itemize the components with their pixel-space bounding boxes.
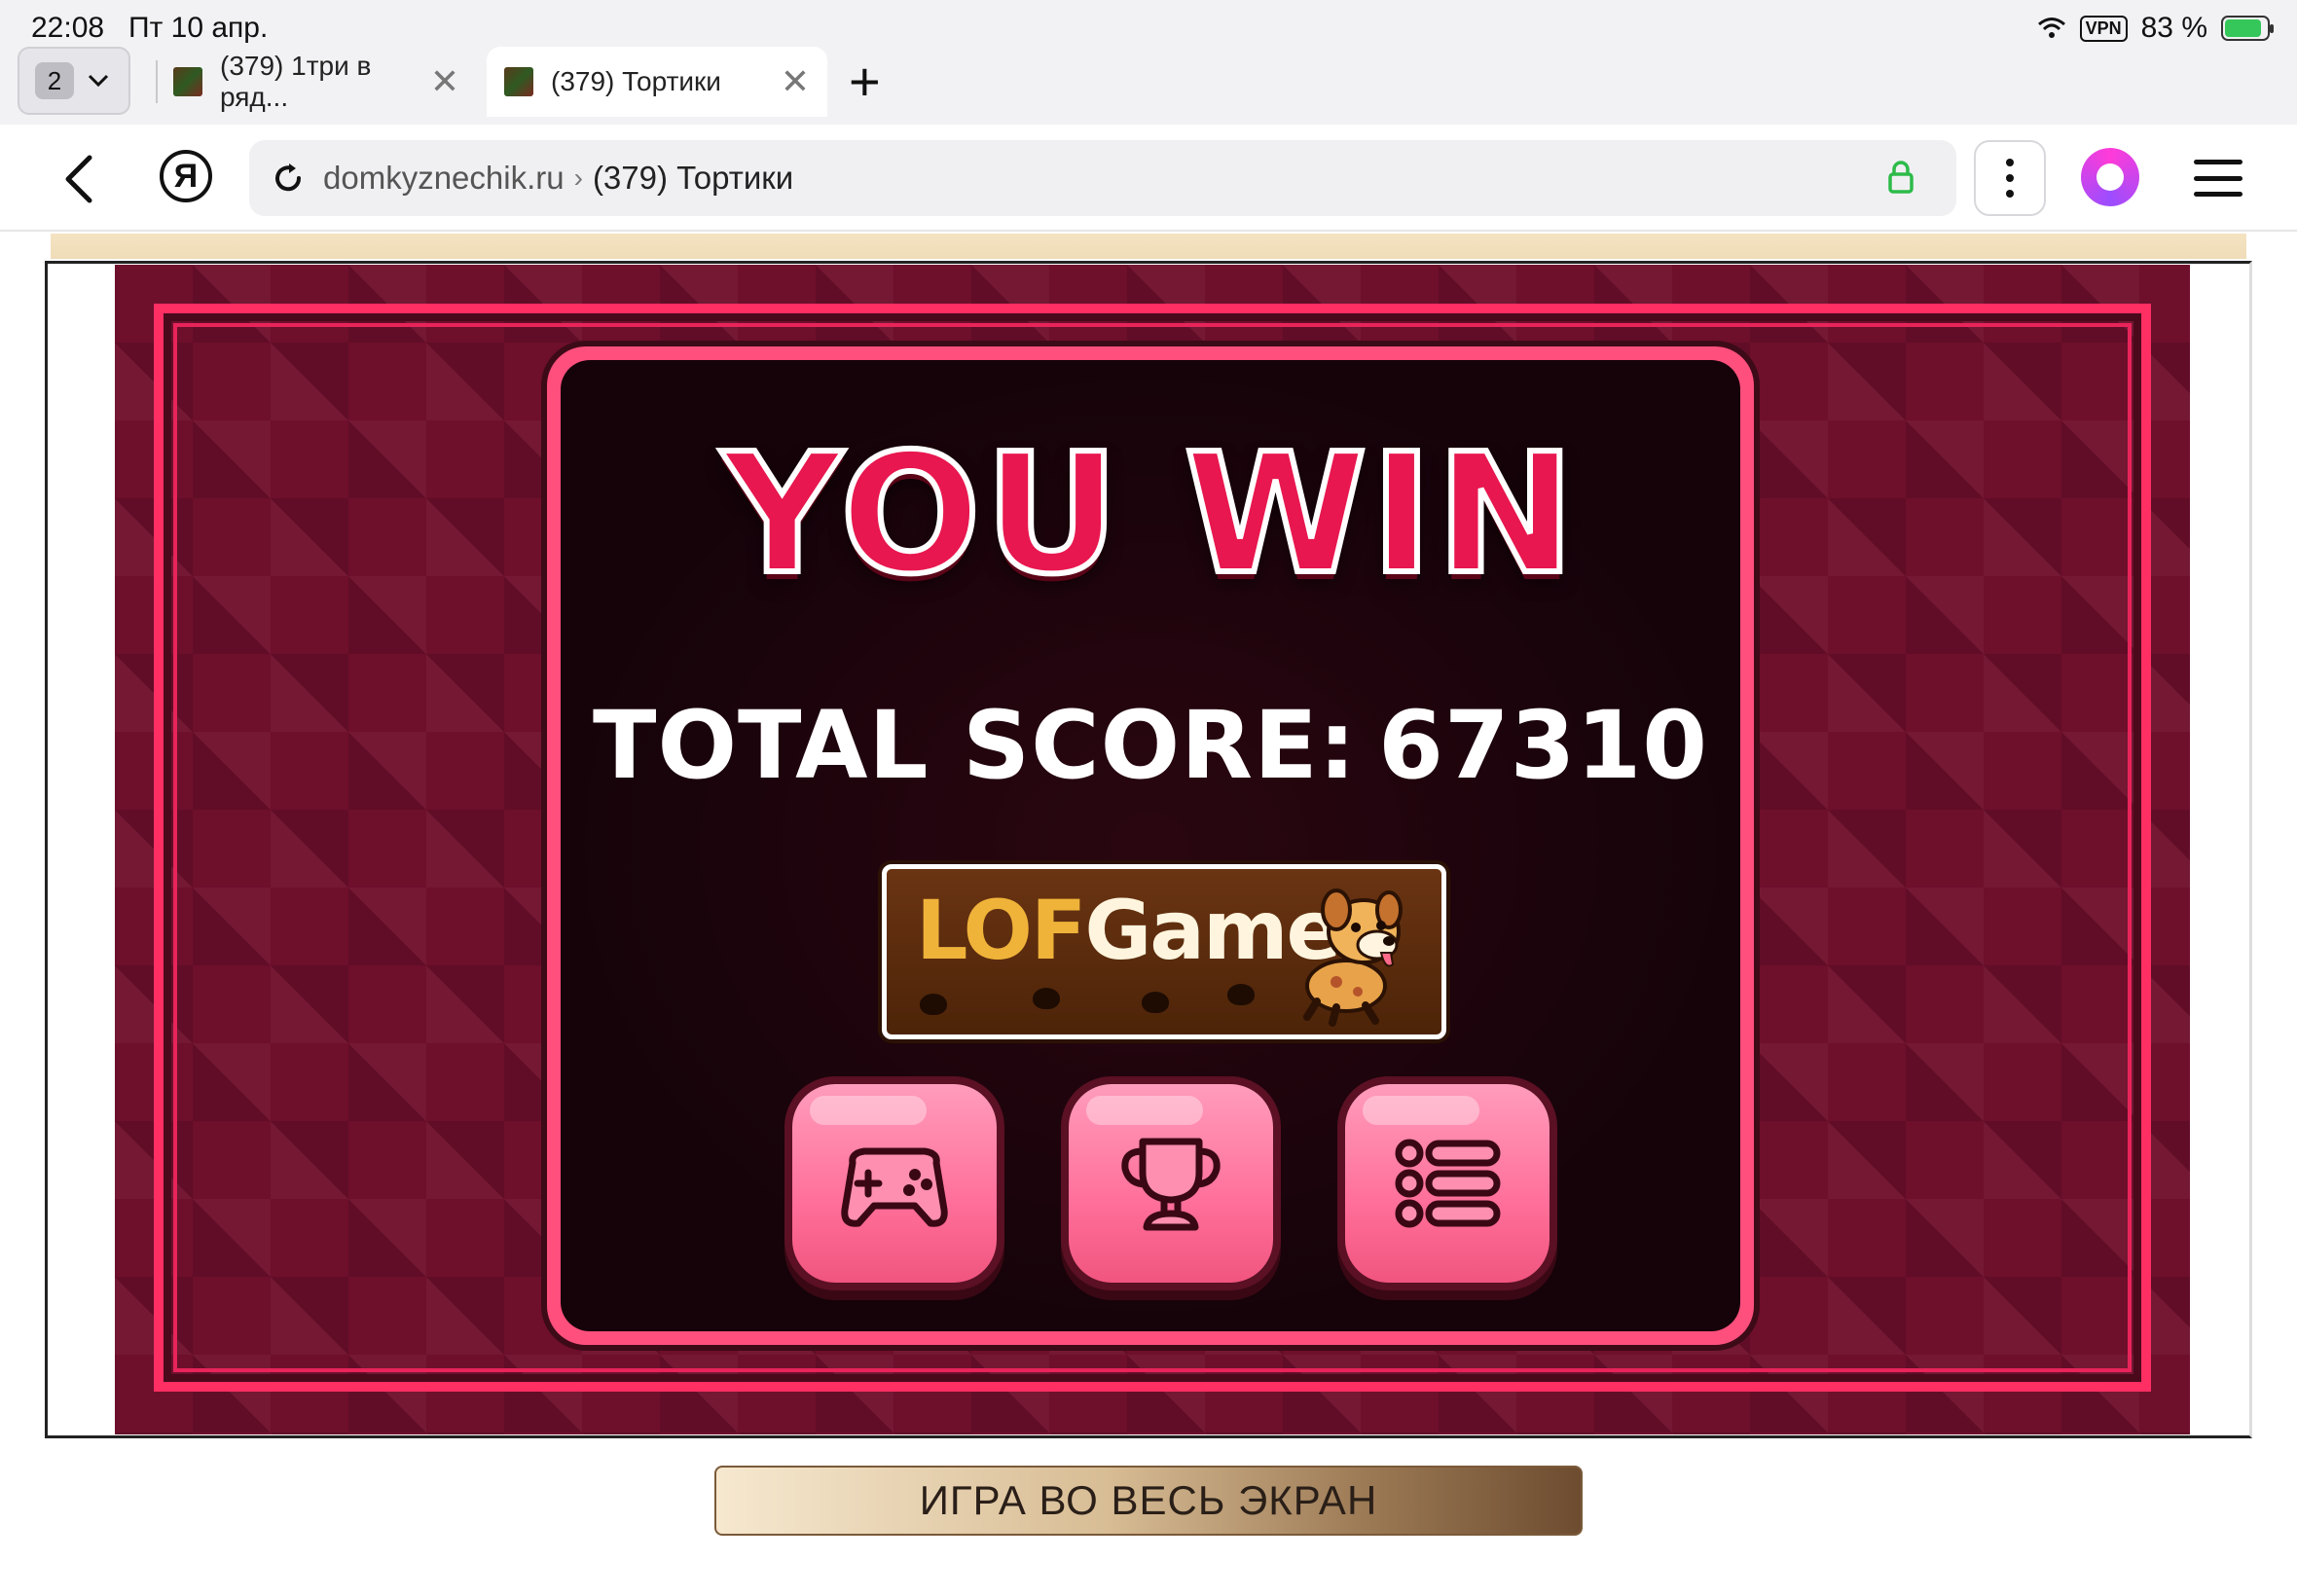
trophy-icon: [1121, 1138, 1221, 1231]
url-domain: domkyznechik.ru: [323, 160, 565, 196]
lock-icon[interactable]: [1886, 160, 1915, 195]
win-dialog-body: YOU WIN TOTAL SCORE: 67310 LOFGames: [561, 360, 1740, 1331]
tab-strip: 2 (379) 1три в ряд... ✕ (379) Тортики ✕ …: [0, 47, 2297, 125]
page-bottom: [0, 1553, 2297, 1596]
play-again-button[interactable]: [792, 1084, 997, 1283]
total-score: TOTAL SCORE: 67310: [561, 691, 1740, 800]
menu-list-button[interactable]: [1345, 1084, 1550, 1283]
battery-icon: [2221, 16, 2274, 41]
paw-icon: [1033, 988, 1060, 1009]
paw-icon: [920, 994, 947, 1015]
tab-item[interactable]: (379) 1три в ряд... ✕: [156, 47, 477, 117]
status-date: Пт 10 апр.: [128, 12, 269, 44]
score-label: TOTAL SCORE:: [592, 691, 1358, 800]
address-toolbar: Я domkyznechik.ru › (379) Тортики: [0, 125, 2297, 232]
favicon-icon: [504, 67, 533, 96]
gamepad-icon: [841, 1147, 948, 1227]
dog-mascot-icon: [1303, 889, 1403, 1027]
paw-icon: [1227, 984, 1255, 1005]
tab-label: (379) 1три в ряд...: [220, 51, 372, 112]
chevron-down-icon: [88, 74, 109, 88]
dot-icon: [2006, 190, 2014, 198]
yandex-logo-button[interactable]: Я: [160, 150, 212, 202]
win-dialog: YOU WIN TOTAL SCORE: 67310 LOFGames: [547, 346, 1754, 1345]
leaderboard-button[interactable]: [1069, 1084, 1273, 1283]
close-tab-icon[interactable]: ✕: [430, 61, 459, 102]
menu-line: [2194, 160, 2242, 164]
vpn-badge: VPN: [2079, 15, 2128, 42]
hamburger-menu-button[interactable]: [2194, 160, 2242, 197]
fullscreen-game-button[interactable]: ИГРА ВО ВЕСЬ ЭКРАН: [714, 1466, 1583, 1536]
new-tab-button[interactable]: +: [849, 54, 881, 109]
lofgames-logo[interactable]: LOFGames: [882, 864, 1446, 1039]
win-title: YOU WIN: [719, 416, 1579, 614]
paw-icon: [1142, 992, 1169, 1013]
tab-item-active[interactable]: (379) Тортики ✕: [487, 47, 827, 117]
tab-switcher-button[interactable]: 2: [18, 47, 130, 115]
status-indicators: VPN 83 %: [2037, 12, 2274, 45]
tab-label: (379) Тортики: [551, 66, 721, 96]
status-time: 22:08: [31, 12, 105, 44]
dot-icon: [2006, 174, 2014, 182]
favicon-icon: [173, 67, 202, 96]
menu-line: [2194, 192, 2242, 197]
url-field[interactable]: domkyznechik.ru › (379) Тортики: [249, 140, 1956, 216]
tab-count: 2: [35, 62, 74, 99]
menu-line: [2194, 175, 2242, 181]
url-separator: ›: [573, 163, 583, 193]
url-page-title: (379) Тортики: [592, 160, 794, 196]
alice-assistant-button[interactable]: [2081, 148, 2139, 206]
dot-icon: [2006, 159, 2014, 166]
game-canvas[interactable]: YOU WIN TOTAL SCORE: 67310 LOFGames: [115, 265, 2190, 1434]
browser-chrome: 22:08 Пт 10 апр. VPN 83 % 2 (379) 1три в…: [0, 0, 2297, 125]
reload-icon[interactable]: [271, 161, 306, 196]
list-icon: [1395, 1139, 1501, 1228]
battery-percent: 83 %: [2140, 12, 2207, 44]
back-arrow-icon[interactable]: [56, 152, 105, 206]
page-header-strip: [51, 234, 2246, 259]
close-tab-icon[interactable]: ✕: [781, 61, 810, 102]
wifi-icon: [2037, 18, 2065, 38]
score-value: 67310: [1378, 691, 1709, 800]
more-options-button[interactable]: [1974, 140, 2046, 216]
